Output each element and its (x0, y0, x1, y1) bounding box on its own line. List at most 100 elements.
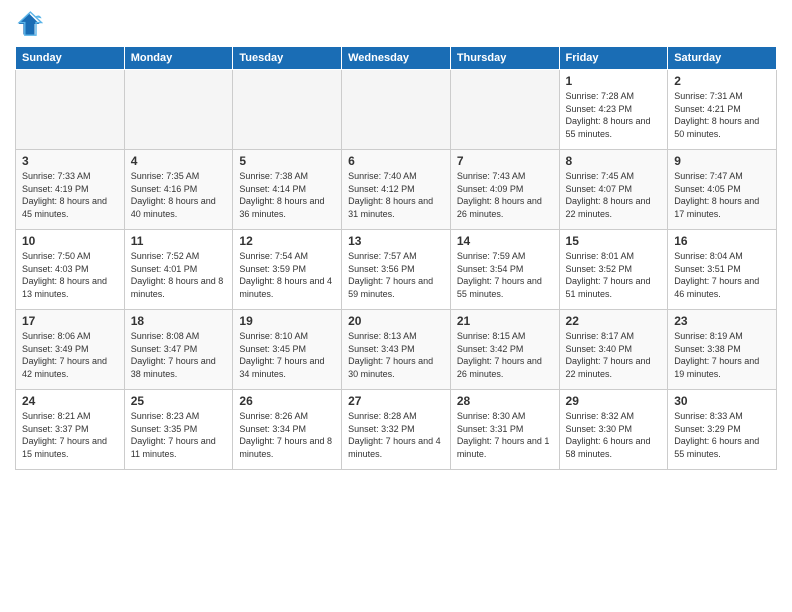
day-number: 20 (348, 314, 444, 328)
calendar-day-cell: 23 Sunrise: 8:19 AM Sunset: 3:38 PM Dayli… (668, 310, 777, 390)
day-info: Sunrise: 7:54 AM Sunset: 3:59 PM Dayligh… (239, 250, 335, 300)
page-container: SundayMondayTuesdayWednesdayThursdayFrid… (0, 0, 792, 612)
day-number: 3 (22, 154, 118, 168)
day-number: 22 (566, 314, 662, 328)
calendar-day-cell: 17 Sunrise: 8:06 AM Sunset: 3:49 PM Dayli… (16, 310, 125, 390)
day-info: Sunrise: 8:21 AM Sunset: 3:37 PM Dayligh… (22, 410, 118, 460)
day-info: Sunrise: 8:15 AM Sunset: 3:42 PM Dayligh… (457, 330, 553, 380)
day-number: 26 (239, 394, 335, 408)
day-number: 25 (131, 394, 227, 408)
day-number: 29 (566, 394, 662, 408)
day-info: Sunrise: 8:23 AM Sunset: 3:35 PM Dayligh… (131, 410, 227, 460)
day-info: Sunrise: 7:47 AM Sunset: 4:05 PM Dayligh… (674, 170, 770, 220)
day-number: 5 (239, 154, 335, 168)
day-number: 19 (239, 314, 335, 328)
day-number: 24 (22, 394, 118, 408)
day-info: Sunrise: 7:50 AM Sunset: 4:03 PM Dayligh… (22, 250, 118, 300)
calendar-week-row: 3 Sunrise: 7:33 AM Sunset: 4:19 PM Daylig… (16, 150, 777, 230)
day-number: 21 (457, 314, 553, 328)
day-number: 1 (566, 74, 662, 88)
weekday-header-cell: Friday (559, 47, 668, 70)
day-number: 2 (674, 74, 770, 88)
day-info: Sunrise: 7:45 AM Sunset: 4:07 PM Dayligh… (566, 170, 662, 220)
calendar-day-cell: 19 Sunrise: 8:10 AM Sunset: 3:45 PM Dayli… (233, 310, 342, 390)
logo-icon (15, 10, 43, 38)
day-info: Sunrise: 8:28 AM Sunset: 3:32 PM Dayligh… (348, 410, 444, 460)
day-number: 27 (348, 394, 444, 408)
calendar-week-row: 17 Sunrise: 8:06 AM Sunset: 3:49 PM Dayli… (16, 310, 777, 390)
calendar-day-cell: 4Sunrise: 7:35 AM Sunset: 4:16 PM Daylig… (124, 150, 233, 230)
day-number: 17 (22, 314, 118, 328)
day-number: 14 (457, 234, 553, 248)
weekday-header-cell: Tuesday (233, 47, 342, 70)
weekday-row: SundayMondayTuesdayWednesdayThursdayFrid… (16, 47, 777, 70)
calendar-day-cell: 27 Sunrise: 8:28 AM Sunset: 3:32 PM Dayli… (342, 390, 451, 470)
day-info: Sunrise: 8:04 AM Sunset: 3:51 PM Dayligh… (674, 250, 770, 300)
calendar-day-cell: 5 Sunrise: 7:38 AM Sunset: 4:14 PM Daylig… (233, 150, 342, 230)
logo (15, 10, 47, 38)
day-info: Sunrise: 8:08 AM Sunset: 3:47 PM Dayligh… (131, 330, 227, 380)
calendar-day-cell (342, 70, 451, 150)
day-info: Sunrise: 7:43 AM Sunset: 4:09 PM Dayligh… (457, 170, 553, 220)
calendar-day-cell: 16 Sunrise: 8:04 AM Sunset: 3:51 PM Dayli… (668, 230, 777, 310)
day-info: Sunrise: 7:28 AM Sunset: 4:23 PM Dayligh… (566, 90, 662, 140)
calendar-day-cell (233, 70, 342, 150)
weekday-header-cell: Wednesday (342, 47, 451, 70)
calendar-header: SundayMondayTuesdayWednesdayThursdayFrid… (16, 47, 777, 70)
calendar-day-cell: 6 Sunrise: 7:40 AM Sunset: 4:12 PM Daylig… (342, 150, 451, 230)
calendar-day-cell: 28Sunrise: 8:30 AM Sunset: 3:31 PM Dayli… (450, 390, 559, 470)
calendar-day-cell (16, 70, 125, 150)
day-info: Sunrise: 7:33 AM Sunset: 4:19 PM Dayligh… (22, 170, 118, 220)
day-number: 28 (457, 394, 553, 408)
day-info: Sunrise: 7:38 AM Sunset: 4:14 PM Dayligh… (239, 170, 335, 220)
day-info: Sunrise: 8:01 AM Sunset: 3:52 PM Dayligh… (566, 250, 662, 300)
weekday-header-cell: Monday (124, 47, 233, 70)
day-number: 23 (674, 314, 770, 328)
header (15, 10, 777, 38)
day-number: 12 (239, 234, 335, 248)
calendar-body: 1 Sunrise: 7:28 AM Sunset: 4:23 PM Daylig… (16, 70, 777, 470)
calendar: SundayMondayTuesdayWednesdayThursdayFrid… (15, 46, 777, 470)
day-number: 18 (131, 314, 227, 328)
calendar-day-cell (124, 70, 233, 150)
day-number: 11 (131, 234, 227, 248)
calendar-day-cell: 24 Sunrise: 8:21 AM Sunset: 3:37 PM Dayli… (16, 390, 125, 470)
calendar-day-cell (450, 70, 559, 150)
day-number: 7 (457, 154, 553, 168)
calendar-day-cell: 3 Sunrise: 7:33 AM Sunset: 4:19 PM Daylig… (16, 150, 125, 230)
calendar-day-cell: 14 Sunrise: 7:59 AM Sunset: 3:54 PM Dayli… (450, 230, 559, 310)
calendar-day-cell: 15 Sunrise: 8:01 AM Sunset: 3:52 PM Dayli… (559, 230, 668, 310)
calendar-day-cell: 13 Sunrise: 7:57 AM Sunset: 3:56 PM Dayli… (342, 230, 451, 310)
weekday-header-cell: Sunday (16, 47, 125, 70)
calendar-day-cell: 2 Sunrise: 7:31 AM Sunset: 4:21 PM Daylig… (668, 70, 777, 150)
calendar-day-cell: 29Sunrise: 8:32 AM Sunset: 3:30 PM Dayli… (559, 390, 668, 470)
day-info: Sunrise: 7:59 AM Sunset: 3:54 PM Dayligh… (457, 250, 553, 300)
day-number: 6 (348, 154, 444, 168)
day-info: Sunrise: 8:19 AM Sunset: 3:38 PM Dayligh… (674, 330, 770, 380)
day-info: Sunrise: 7:31 AM Sunset: 4:21 PM Dayligh… (674, 90, 770, 140)
day-number: 13 (348, 234, 444, 248)
day-number: 4 (131, 154, 227, 168)
calendar-day-cell: 12 Sunrise: 7:54 AM Sunset: 3:59 PM Dayli… (233, 230, 342, 310)
calendar-day-cell: 20 Sunrise: 8:13 AM Sunset: 3:43 PM Dayli… (342, 310, 451, 390)
day-number: 8 (566, 154, 662, 168)
weekday-header-cell: Saturday (668, 47, 777, 70)
day-info: Sunrise: 8:13 AM Sunset: 3:43 PM Dayligh… (348, 330, 444, 380)
day-number: 10 (22, 234, 118, 248)
calendar-day-cell: 21 Sunrise: 8:15 AM Sunset: 3:42 PM Dayli… (450, 310, 559, 390)
day-info: Sunrise: 7:57 AM Sunset: 3:56 PM Dayligh… (348, 250, 444, 300)
day-number: 9 (674, 154, 770, 168)
calendar-day-cell: 22 Sunrise: 8:17 AM Sunset: 3:40 PM Dayli… (559, 310, 668, 390)
calendar-day-cell: 26Sunrise: 8:26 AM Sunset: 3:34 PM Dayli… (233, 390, 342, 470)
day-info: Sunrise: 7:40 AM Sunset: 4:12 PM Dayligh… (348, 170, 444, 220)
day-number: 16 (674, 234, 770, 248)
day-info: Sunrise: 7:52 AM Sunset: 4:01 PM Dayligh… (131, 250, 227, 300)
weekday-header-cell: Thursday (450, 47, 559, 70)
day-info: Sunrise: 8:17 AM Sunset: 3:40 PM Dayligh… (566, 330, 662, 380)
day-number: 15 (566, 234, 662, 248)
calendar-day-cell: 18 Sunrise: 8:08 AM Sunset: 3:47 PM Dayli… (124, 310, 233, 390)
day-info: Sunrise: 8:06 AM Sunset: 3:49 PM Dayligh… (22, 330, 118, 380)
day-info: Sunrise: 8:10 AM Sunset: 3:45 PM Dayligh… (239, 330, 335, 380)
calendar-day-cell: 30Sunrise: 8:33 AM Sunset: 3:29 PM Dayli… (668, 390, 777, 470)
calendar-week-row: 1 Sunrise: 7:28 AM Sunset: 4:23 PM Daylig… (16, 70, 777, 150)
